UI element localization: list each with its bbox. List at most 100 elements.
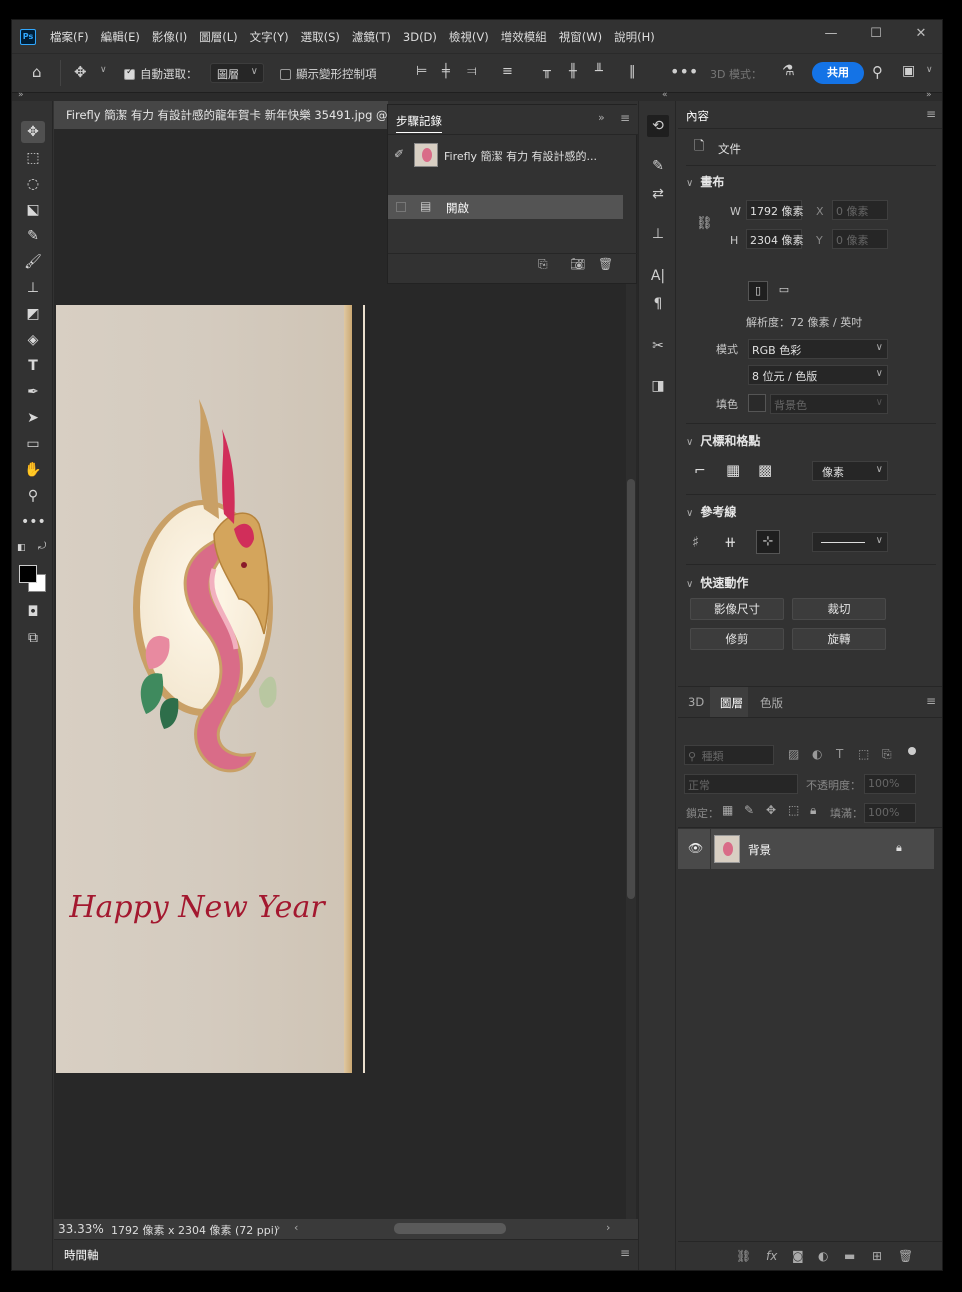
share-button[interactable]: 共用 [812,62,864,84]
link-layers-icon[interactable]: ⛓ [736,1249,751,1263]
close-icon[interactable]: ✕ [912,26,930,44]
show-transform-checkbox[interactable] [280,69,291,80]
collapse-icon[interactable]: « [662,90,668,100]
lock-all-icon[interactable]: 🔒︎ [810,803,816,818]
auto-select-checkbox[interactable] [124,67,135,80]
mode-dropdown[interactable]: RGB 色彩 ∨ [748,339,888,359]
height-field[interactable]: 2304 像素 [746,229,804,249]
swap-colors-icon[interactable]: ⤾ [38,541,46,552]
object-select-tool-icon[interactable]: ⬕ [21,199,45,221]
menu-window[interactable]: 視窗(W) [559,29,602,45]
vertical-scrollbar[interactable] [626,129,636,1219]
libraries-icon[interactable]: ◨ [647,375,669,397]
canvas-section-title[interactable]: 畫布 [686,173,724,190]
fill-field[interactable]: 100% [864,803,916,823]
minimize-icon[interactable]: — [822,26,840,44]
new-document-from-state-icon[interactable]: ⎘ [538,257,548,272]
add-mask-icon[interactable]: ◙ [792,1249,804,1263]
tab-3d[interactable]: 3D [688,695,704,709]
lock-position-icon[interactable]: ✥ [766,803,776,817]
screen-mode-icon[interactable]: ⧉ [21,627,45,649]
chevron-down-icon[interactable]: ∨ [100,65,107,75]
scroll-right-icon[interactable]: › [606,1221,610,1234]
image-size-button[interactable]: 影像尺寸 [690,598,784,620]
default-colors-icon[interactable]: ◧ [17,543,26,553]
canvas-area[interactable]: Happy New Year [54,129,638,1219]
eraser-tool-icon[interactable]: ◩ [21,303,45,325]
panel-menu-icon[interactable]: ≡ [926,694,936,708]
stamp-tool-icon[interactable]: ⊥ [21,277,45,299]
ruler-unit-dropdown[interactable]: 像素 ∨ [812,461,888,481]
distribute-icon[interactable]: ≡ [502,64,513,79]
filter-pixel-icon[interactable]: ▨ [788,747,799,761]
menu-edit[interactable]: 編輯(E) [101,29,140,45]
foreground-color-swatch[interactable] [19,565,37,583]
tools-icon[interactable]: ✂ [647,335,669,357]
guide-style-dropdown[interactable]: ∨ [812,532,888,552]
panel-menu-icon[interactable]: ≡ [926,107,936,121]
distribute-vertical-icon[interactable]: ‖ [629,64,636,79]
y-field[interactable]: 0 像素 [832,229,888,249]
timeline-title[interactable]: 時間軸 [64,1247,99,1263]
step-checkbox[interactable] [396,202,406,212]
flask-icon[interactable]: ⚗ [782,63,795,79]
menu-select[interactable]: 選取(S) [301,29,340,45]
layer-name[interactable]: 背景 [748,842,771,858]
menu-plugins[interactable]: 增效模組 [501,29,547,45]
menu-help[interactable]: 說明(H) [614,29,655,45]
chevron-right-icon[interactable]: › [276,1221,280,1234]
menu-image[interactable]: 影像(I) [152,29,187,45]
search-icon[interactable]: ⚲ [872,63,883,81]
hand-tool-icon[interactable]: ✋ [21,459,45,481]
camera-icon[interactable]: 📷︎ [570,257,585,271]
history-snapshot[interactable]: ✐ Firefly 簡潔 有力 有設計感的... [388,139,623,171]
x-field[interactable]: 0 像素 [832,200,888,220]
marquee-tool-icon[interactable]: ⬚ [21,147,45,169]
lock-pixels-icon[interactable]: ✎ [744,803,754,817]
menu-filter[interactable]: 濾鏡(T) [352,29,391,45]
lasso-tool-icon[interactable]: ◌ [21,173,45,195]
guides-section-title[interactable]: 參考線 [686,503,736,520]
menu-view[interactable]: 檢視(V) [449,29,489,45]
eye-icon[interactable]: 👁︎ [688,841,703,855]
crop-button[interactable]: 裁切 [792,598,886,620]
history-step[interactable]: ▤ 開啟 [388,195,623,219]
fx-icon[interactable]: fx [766,1249,777,1263]
pixel-grid-icon[interactable]: ▩ [758,461,772,479]
filter-toggle-icon[interactable] [908,747,916,755]
menu-file[interactable]: 檔案(F) [50,29,89,45]
move-tool-icon[interactable]: ✥ [74,63,87,81]
rulers-section-title[interactable]: 尺標和格點 [686,432,760,449]
filter-adjustment-icon[interactable]: ◐ [812,747,822,761]
align-middle-icon[interactable]: ╫ [569,64,577,79]
guide-from-shape-icon[interactable]: ⊹ [756,530,780,554]
blend-mode-dropdown[interactable]: 正常 [684,774,798,794]
home-icon[interactable]: ⌂ [32,63,42,81]
menu-type[interactable]: 文字(Y) [250,29,289,45]
filter-shape-icon[interactable]: ⬚ [858,747,869,761]
layer-row[interactable]: 👁︎ 背景 🔒︎ [678,829,934,869]
quick-actions-title[interactable]: 快速動作 [686,574,748,591]
menu-layer[interactable]: 圖層(L) [199,29,237,45]
align-left-icon[interactable]: ⊨ [416,64,427,79]
link-icon[interactable]: ⛓ [696,216,713,231]
filter-type-icon[interactable]: T [836,747,843,761]
panel-menu-icon[interactable]: ≡ [620,111,630,125]
new-layer-icon[interactable]: ⊞ [872,1249,882,1263]
pen-tool-icon[interactable]: ✒ [21,381,45,403]
zoom-level[interactable]: 33.33% [58,1222,104,1236]
adjustments-icon[interactable]: ⇄ [647,183,669,205]
width-field[interactable]: 1792 像素 [746,200,804,220]
paragraph-icon[interactable]: ¶ [647,293,669,315]
expand-icon[interactable]: » [18,90,24,100]
path-select-tool-icon[interactable]: ➤ [21,407,45,429]
workspace-icon[interactable]: ▣ [902,63,915,79]
brush-settings-icon[interactable]: ✎ [647,155,669,177]
brush-source-icon[interactable]: ✐ [394,147,404,161]
history-title[interactable]: 步驟記錄 [396,113,442,133]
scroll-left-icon[interactable]: ‹ [294,1221,298,1234]
layer-filter-dropdown[interactable]: ⚲ 種類 [684,745,774,765]
character-icon[interactable]: A| [647,265,669,287]
paint-bucket-tool-icon[interactable]: ◈ [21,329,45,351]
lock-artboard-icon[interactable]: ⬚ [788,803,799,817]
